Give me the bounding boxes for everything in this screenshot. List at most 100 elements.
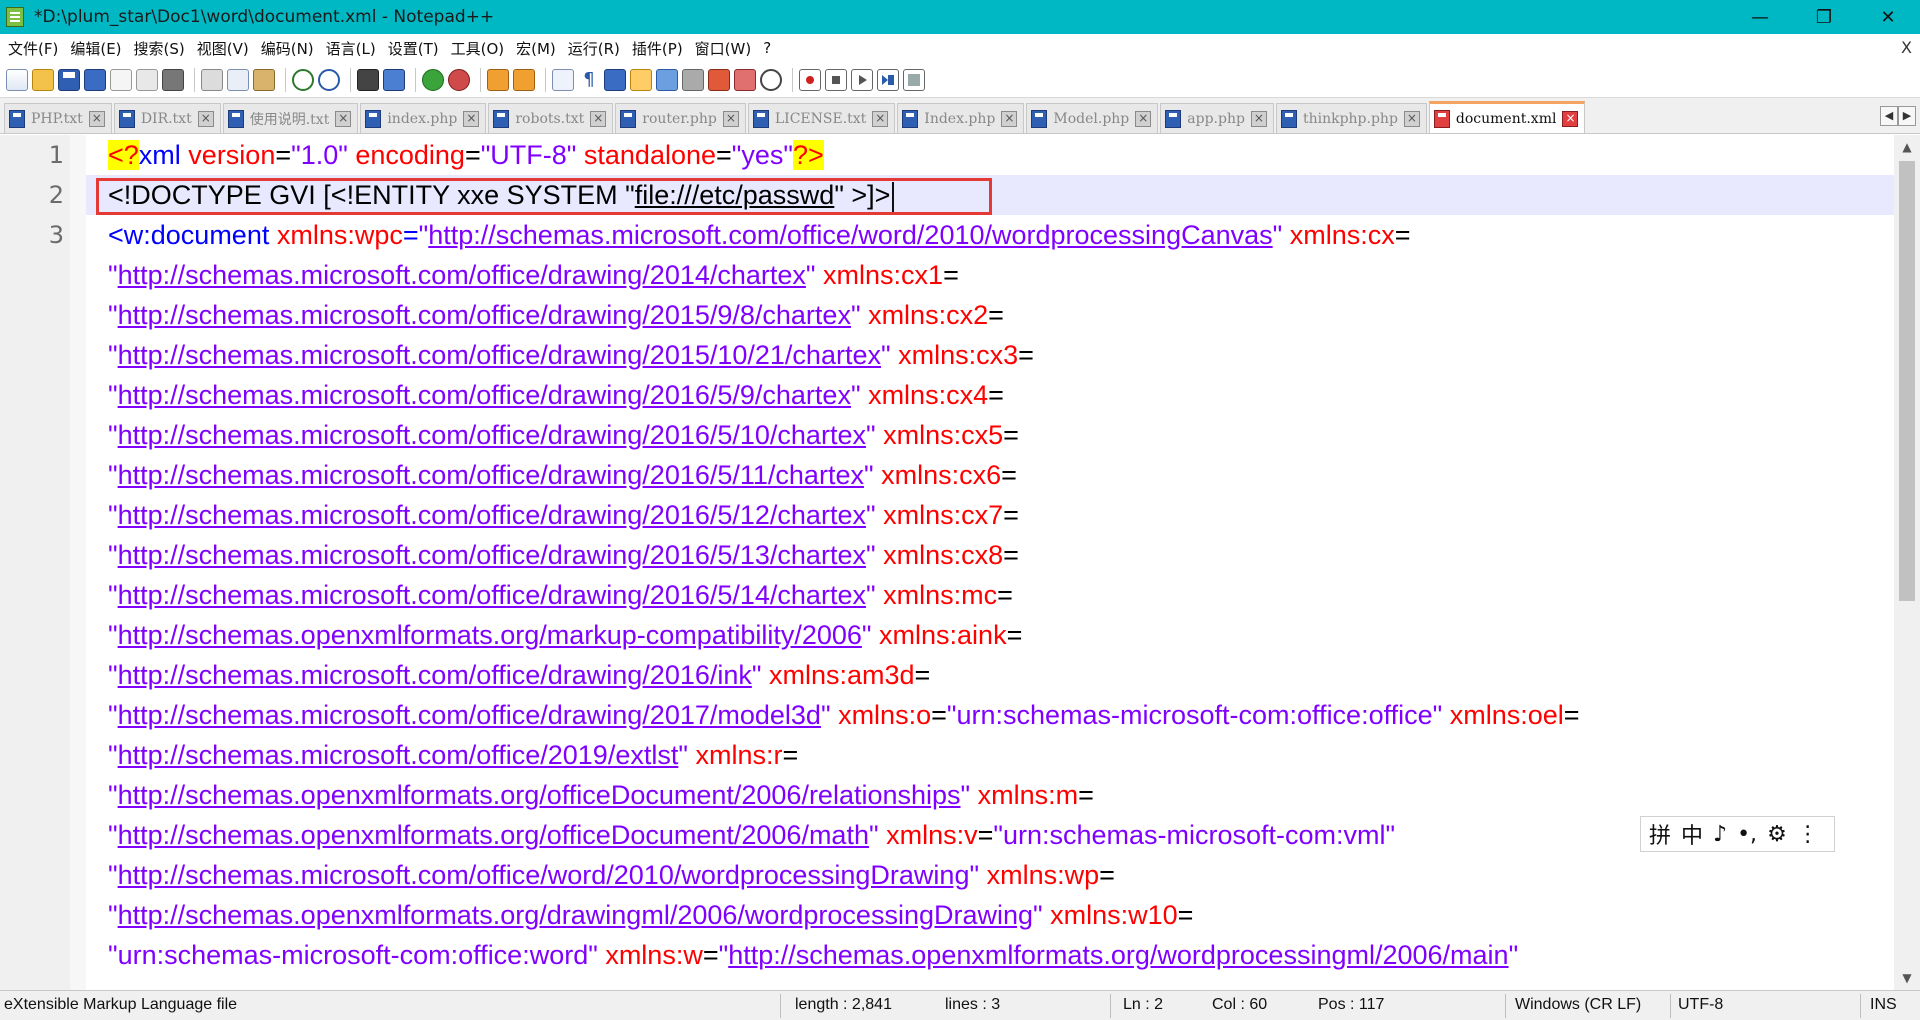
tab-document-xml[interactable]: document.xml × (1428, 101, 1586, 133)
xml-url[interactable]: http://schemas.microsoft.com/office/draw… (118, 260, 806, 290)
ime-toolbar[interactable]: 拼 中 ♪ •, ⚙ ⋮ (1640, 816, 1835, 852)
xml-url[interactable]: http://schemas.microsoft.com/office/draw… (118, 340, 881, 370)
menu-macro[interactable]: 宏(M) (516, 38, 556, 59)
tab-close-icon[interactable]: × (1562, 110, 1579, 127)
close-window-button[interactable]: ✕ (1856, 0, 1920, 34)
menu-language[interactable]: 语言(L) (326, 38, 376, 59)
record-macro-icon[interactable] (799, 68, 821, 91)
menu-file[interactable]: 文件(F) (8, 38, 58, 59)
xml-url[interactable]: http://schemas.microsoft.com/office/draw… (118, 580, 866, 610)
save-icon[interactable] (58, 68, 80, 91)
tab-close-icon[interactable]: × (335, 110, 352, 127)
tab-router-php[interactable]: router.php × (615, 103, 746, 133)
ime-chinese-mode-icon[interactable]: 中 (1681, 818, 1703, 850)
tab-close-icon[interactable]: × (463, 110, 480, 127)
tab-close-icon[interactable]: × (1001, 110, 1018, 127)
xml-url[interactable]: http://schemas.microsoft.com/office/word… (118, 860, 970, 890)
redo-icon[interactable] (318, 68, 340, 91)
close-document-button[interactable]: X (1901, 38, 1912, 57)
tab-index-php[interactable]: index.php × (360, 103, 487, 133)
replace-icon[interactable] (383, 68, 405, 91)
tab-index-php-2[interactable]: Index.php × (897, 103, 1025, 133)
tab-model-php[interactable]: Model.php × (1026, 103, 1159, 133)
monitoring-eye-icon[interactable] (760, 68, 782, 91)
xml-url[interactable]: http://schemas.openxmlformats.org/office… (118, 820, 869, 850)
xml-url[interactable]: http://schemas.openxmlformats.org/drawin… (118, 900, 1033, 930)
copy-icon[interactable] (227, 68, 249, 91)
zoom-in-icon[interactable] (422, 68, 444, 91)
xml-url[interactable]: http://schemas.microsoft.com/office/word… (428, 220, 1272, 250)
sync-horizontal-scroll-icon[interactable] (513, 68, 535, 91)
scroll-down-icon[interactable]: ▼ (1894, 966, 1920, 990)
scrollbar-thumb[interactable] (1899, 161, 1915, 601)
save-macro-icon[interactable] (903, 68, 925, 91)
run-macro-multiple-icon[interactable] (877, 68, 899, 91)
xml-url[interactable]: http://schemas.microsoft.com/office/draw… (118, 540, 866, 570)
playback-macro-icon[interactable] (851, 68, 873, 91)
function-list-icon[interactable] (708, 68, 730, 91)
scroll-up-icon[interactable]: ▲ (1894, 135, 1920, 159)
minimize-button[interactable]: — (1728, 0, 1792, 34)
tab-license-txt[interactable]: LICENSE.txt × (747, 103, 896, 133)
tab-close-icon[interactable]: × (872, 110, 889, 127)
editor-area[interactable]: 1 2 3 <?xml version="1.0" encoding="UTF-… (0, 135, 1920, 990)
tab-php-txt[interactable]: PHP.txt × (4, 103, 112, 133)
menu-view[interactable]: 视图(V) (197, 38, 249, 59)
fold-margin[interactable] (70, 135, 86, 990)
tab-close-icon[interactable]: × (1135, 110, 1152, 127)
tab-robots-txt[interactable]: robots.txt × (488, 103, 614, 133)
new-file-icon[interactable] (6, 68, 28, 91)
status-eol[interactable]: Windows (CR LF) (1515, 996, 1641, 1014)
print-icon[interactable] (162, 68, 184, 91)
menu-help[interactable]: ? (763, 39, 771, 57)
menu-tools[interactable]: 工具(O) (451, 38, 505, 59)
xml-url[interactable]: http://schemas.microsoft.com/office/draw… (118, 700, 821, 730)
cut-icon[interactable] (201, 68, 223, 91)
xml-url[interactable]: http://schemas.microsoft.com/office/draw… (118, 500, 866, 530)
menu-encoding[interactable]: 编码(N) (261, 38, 314, 59)
status-encoding[interactable]: UTF-8 (1678, 996, 1723, 1014)
menu-settings[interactable]: 设置(T) (388, 38, 439, 59)
xml-url[interactable]: http://schemas.microsoft.com/office/2019… (118, 740, 679, 770)
tab-close-icon[interactable]: × (197, 110, 214, 127)
close-file-icon[interactable] (110, 68, 132, 91)
ime-settings-icon[interactable]: ⚙ (1767, 822, 1787, 847)
tab-thinkphp-php[interactable]: thinkphp.php × (1275, 103, 1427, 133)
show-all-characters-icon[interactable]: ¶ (578, 68, 600, 91)
save-all-icon[interactable] (84, 68, 106, 91)
menu-run[interactable]: 运行(R) (568, 38, 620, 59)
tab-scroll-right-icon[interactable]: ▶ (1898, 106, 1916, 126)
xml-url[interactable]: http://schemas.microsoft.com/office/draw… (118, 380, 851, 410)
xml-url[interactable]: http://schemas.openxmlformats.org/wordpr… (728, 940, 1508, 970)
tab-close-icon[interactable]: × (1403, 110, 1420, 127)
ime-punctuation-icon[interactable]: •, (1737, 822, 1757, 847)
ime-more-icon[interactable]: ⋮ (1797, 822, 1819, 847)
paste-icon[interactable] (253, 68, 275, 91)
xml-url[interactable]: http://schemas.openxmlformats.org/office… (118, 780, 961, 810)
stop-recording-icon[interactable] (825, 68, 847, 91)
tab-scroll-left-icon[interactable]: ◀ (1880, 106, 1898, 126)
menu-window[interactable]: 窗口(W) (695, 38, 752, 59)
undo-icon[interactable] (292, 68, 314, 91)
sync-vertical-scroll-icon[interactable] (487, 68, 509, 91)
tab-close-icon[interactable]: × (590, 110, 607, 127)
user-defined-language-icon[interactable] (630, 68, 652, 91)
find-icon[interactable] (357, 68, 379, 91)
xml-url[interactable]: http://schemas.microsoft.com/office/draw… (118, 460, 864, 490)
vertical-scrollbar[interactable]: ▲ ▼ (1894, 135, 1920, 990)
document-list-icon[interactable] (682, 68, 704, 91)
tab-dir-txt[interactable]: DIR.txt × (113, 103, 221, 133)
menu-edit[interactable]: 编辑(E) (70, 38, 121, 59)
close-all-icon[interactable] (136, 68, 158, 91)
maximize-button[interactable]: ❐ (1792, 0, 1856, 34)
xml-url[interactable]: http://schemas.microsoft.com/office/draw… (118, 420, 866, 450)
folder-as-workspace-icon[interactable] (734, 68, 756, 91)
ime-moon-icon[interactable]: ♪ (1713, 822, 1727, 847)
menu-search[interactable]: 搜索(S) (134, 38, 185, 59)
menu-plugins[interactable]: 插件(P) (632, 38, 683, 59)
tab-close-icon[interactable]: × (722, 110, 739, 127)
xml-url[interactable]: http://schemas.microsoft.com/office/draw… (118, 660, 752, 690)
tab-instructions-txt[interactable]: 使用说明.txt × (222, 103, 359, 133)
word-wrap-icon[interactable] (552, 68, 574, 91)
indent-guide-icon[interactable] (604, 68, 626, 91)
